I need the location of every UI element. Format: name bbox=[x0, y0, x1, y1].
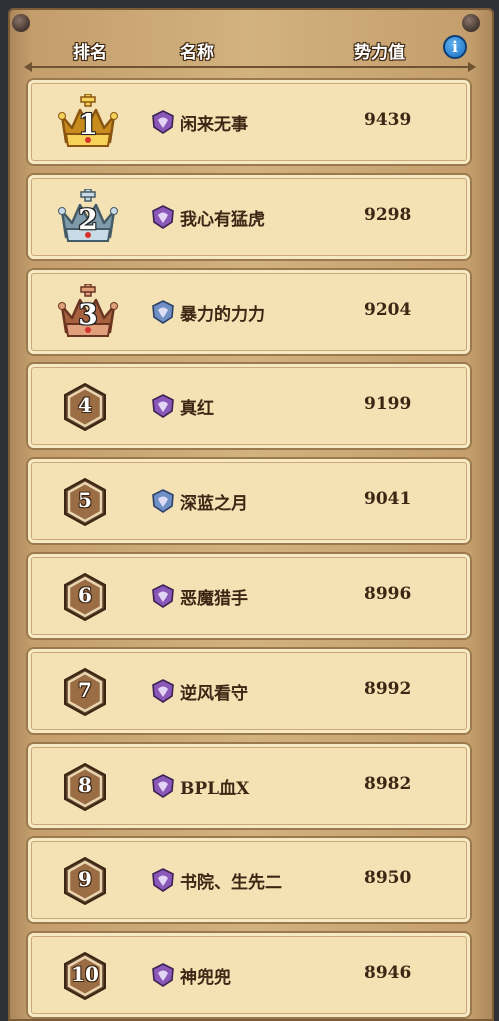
rank-number: 8 bbox=[78, 772, 92, 797]
rank-hexagon-icon: 5 bbox=[62, 477, 108, 527]
rank-number: 9 bbox=[78, 867, 92, 892]
rank-number: 1 bbox=[78, 108, 98, 141]
player-name: 真红 bbox=[180, 399, 214, 420]
rank-hexagon-icon: 4 bbox=[62, 382, 108, 432]
silver-crown-icon: 2 bbox=[58, 188, 118, 245]
gold-crown-icon: 1 bbox=[58, 93, 118, 150]
power-column-header: 势力值 bbox=[354, 43, 405, 63]
rank-column-header: 排名 bbox=[73, 43, 107, 63]
player-name: BPL血X bbox=[180, 778, 250, 799]
player-name: 逆风看守 bbox=[180, 683, 248, 704]
power-score: 9298 bbox=[364, 204, 412, 225]
purple-class-icon bbox=[150, 204, 176, 230]
player-name: 书院、生先二 bbox=[180, 873, 282, 894]
power-score: 9041 bbox=[364, 489, 412, 510]
purple-class-icon bbox=[150, 393, 176, 419]
purple-class-icon bbox=[150, 962, 176, 988]
power-score: 8996 bbox=[364, 584, 412, 604]
power-score: 9199 bbox=[364, 394, 412, 415]
power-score: 8950 bbox=[364, 868, 412, 889]
header-divider bbox=[24, 62, 476, 72]
purple-class-icon bbox=[150, 773, 176, 799]
player-name: 闲来无事 bbox=[180, 115, 248, 135]
power-score: 9439 bbox=[364, 110, 412, 130]
player-name: 暴力的力力 bbox=[180, 304, 265, 325]
rank-number: 2 bbox=[78, 202, 98, 236]
ranking-row[interactable]: 10 神兜兜 8946 bbox=[28, 933, 470, 1018]
info-icon[interactable]: i bbox=[443, 35, 467, 59]
ranking-row[interactable]: 7 逆风看守 8992 bbox=[28, 648, 470, 733]
rank-number: 5 bbox=[78, 488, 92, 513]
rank-number: 4 bbox=[78, 393, 92, 418]
purple-class-icon bbox=[150, 678, 176, 704]
purple-class-icon bbox=[150, 583, 176, 609]
blue-class-icon bbox=[150, 488, 176, 514]
purple-class-icon bbox=[150, 109, 176, 135]
rank-number: 6 bbox=[78, 583, 92, 607]
ranking-row[interactable]: 6 恶魔猎手 8996 bbox=[28, 554, 470, 638]
power-score: 8992 bbox=[364, 678, 412, 699]
rank-hexagon-icon: 8 bbox=[62, 762, 108, 812]
name-column-header: 名称 bbox=[180, 43, 214, 63]
player-name: 深蓝之月 bbox=[180, 494, 248, 515]
player-name: 恶魔猎手 bbox=[180, 589, 248, 609]
rank-hexagon-icon: 6 bbox=[62, 572, 108, 622]
ranking-row[interactable]: 4 真红 9199 bbox=[28, 364, 470, 449]
ranking-row[interactable]: 2 我心有猛虎 9298 bbox=[28, 174, 470, 259]
ranking-row[interactable]: 1 闲来无事 9439 bbox=[28, 80, 470, 164]
leaderboard-header: 排名 名称 势力值 bbox=[0, 30, 499, 70]
power-score: 8982 bbox=[364, 773, 412, 794]
rank-number: 7 bbox=[78, 677, 92, 702]
player-name: 神兜兜 bbox=[180, 968, 231, 989]
rank-hexagon-icon: 9 bbox=[62, 856, 108, 906]
rank-hexagon-icon: 7 bbox=[62, 667, 108, 717]
blue-class-icon bbox=[150, 299, 176, 325]
bronze-crown-icon: 3 bbox=[58, 282, 118, 340]
power-score: 9204 bbox=[364, 299, 412, 320]
ranking-row[interactable]: 8 BPL血X 8982 bbox=[28, 743, 470, 828]
power-score: 8946 bbox=[364, 963, 412, 984]
rank-number: 3 bbox=[78, 297, 98, 331]
ranking-row[interactable]: 3 暴力的力力 9204 bbox=[28, 269, 470, 354]
ranking-row[interactable]: 9 书院、生先二 8950 bbox=[28, 838, 470, 923]
player-name: 我心有猛虎 bbox=[180, 209, 265, 230]
rank-number: 10 bbox=[71, 962, 99, 987]
rank-hexagon-icon: 10 bbox=[62, 951, 108, 1001]
ranking-row[interactable]: 5 深蓝之月 9041 bbox=[28, 459, 470, 544]
purple-class-icon bbox=[150, 867, 176, 893]
